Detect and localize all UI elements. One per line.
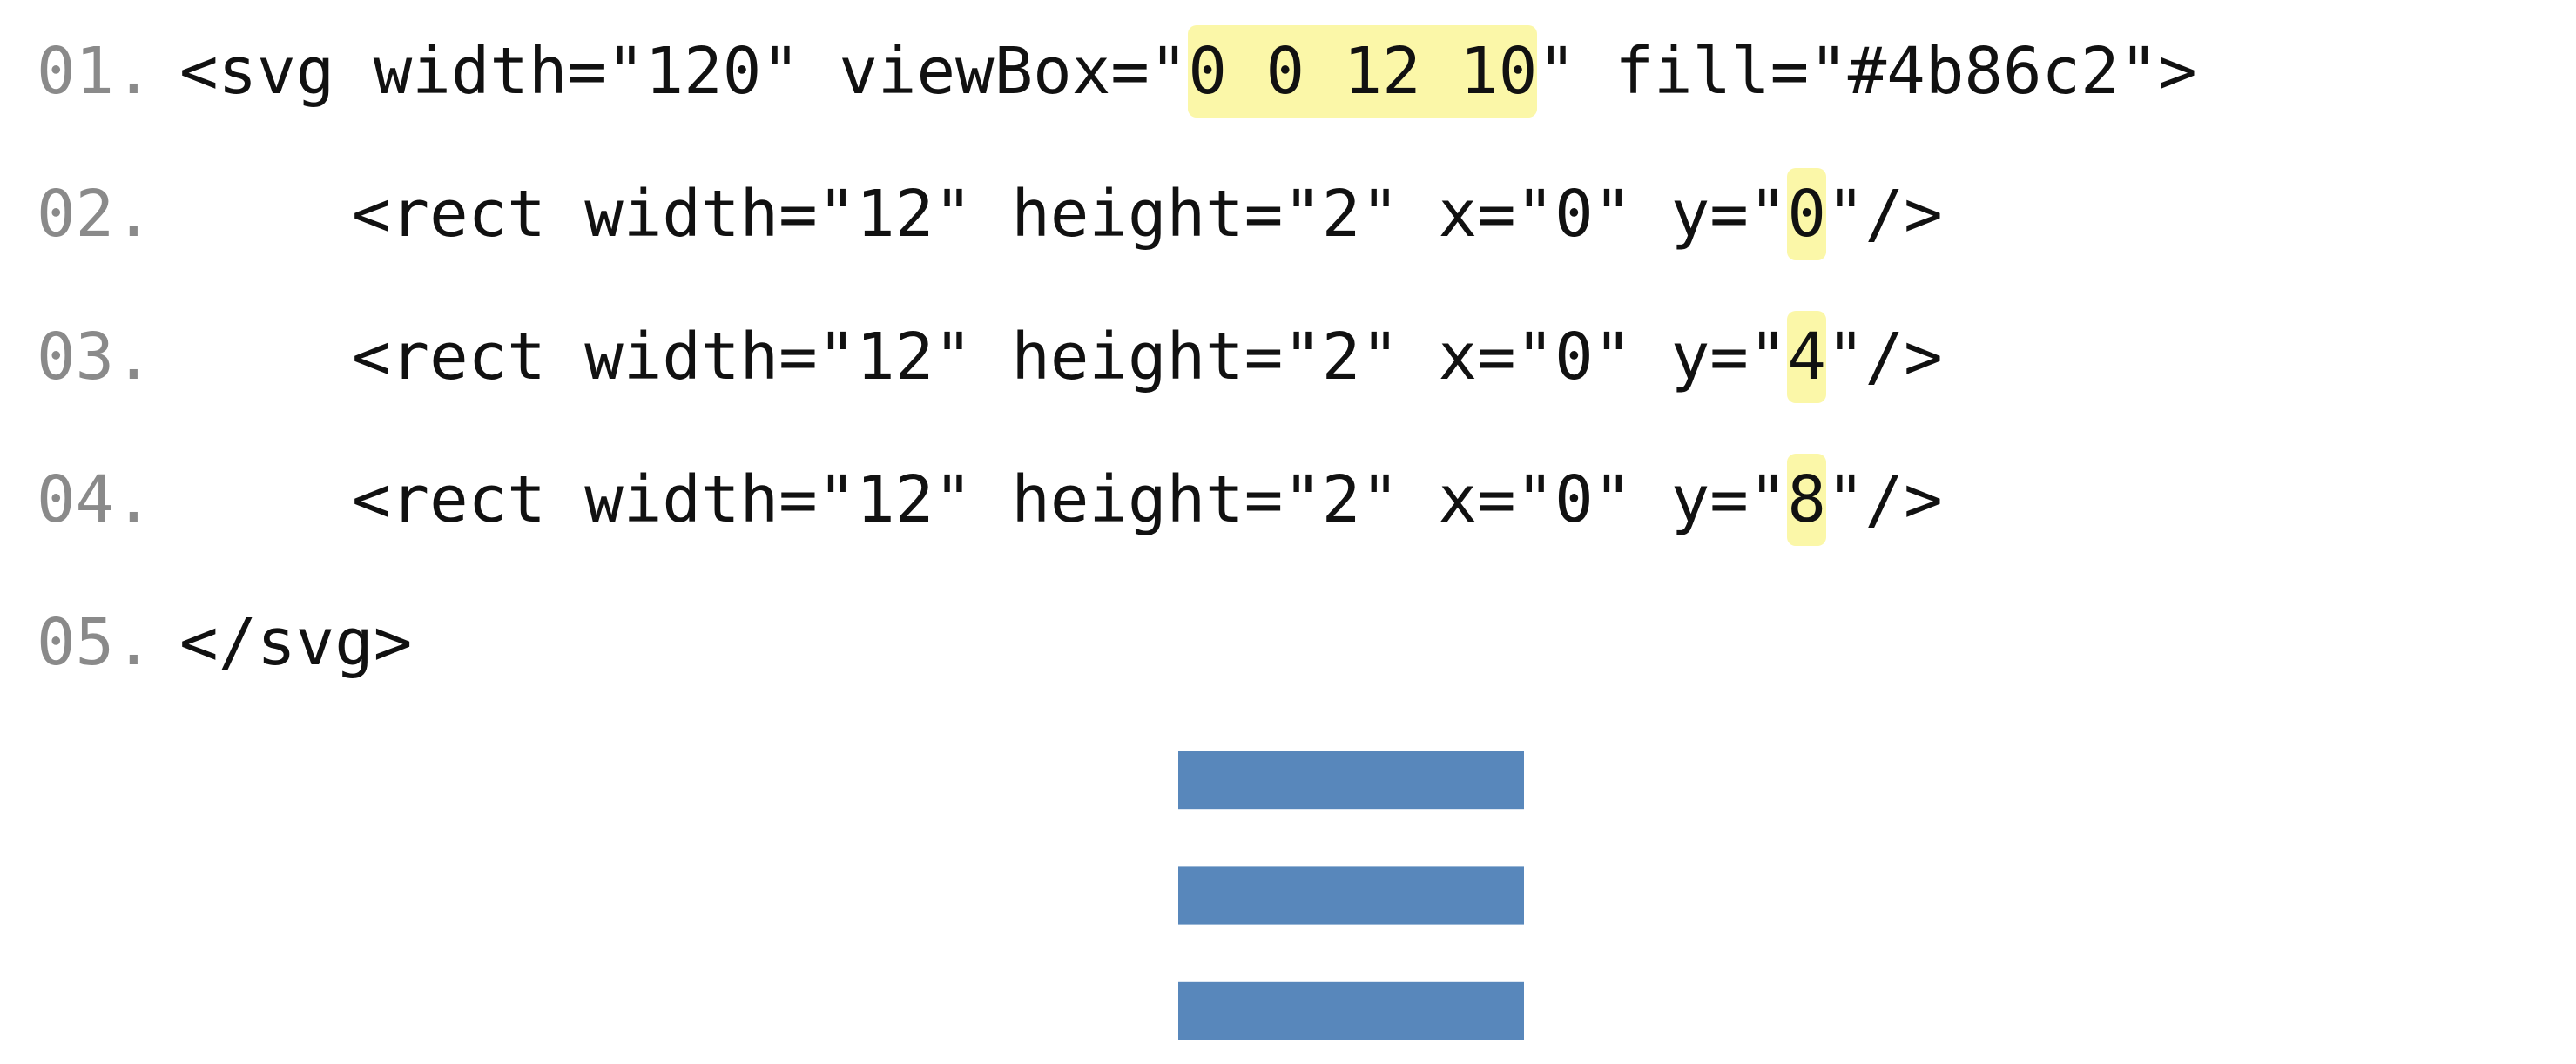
hamburger-bar-1 xyxy=(1178,751,1524,810)
svg-preview xyxy=(1178,751,1524,1040)
highlighted-value: 4 xyxy=(1787,311,1826,403)
hamburger-icon xyxy=(1178,751,1524,1040)
code-text-before-highlight: <rect width="12" height="2" x="0" y=" xyxy=(352,177,1788,252)
code-text-after-highlight: "/> xyxy=(1825,462,1943,537)
code-line-4: 04. <rect width="12" height="2" x="0" y=… xyxy=(37,428,2545,571)
code-text: <svg width="120" viewBox="0 0 12 10" fil… xyxy=(179,25,2197,118)
code-text-after-highlight: "/> xyxy=(1825,320,1943,394)
hamburger-bar-2 xyxy=(1178,866,1524,925)
hamburger-bar-3 xyxy=(1178,981,1524,1040)
code-listing: 01. <svg width="120" viewBox="0 0 12 10"… xyxy=(37,0,2545,714)
code-line-3: 03. <rect width="12" height="2" x="0" y=… xyxy=(37,286,2545,428)
code-text-before-highlight: <rect width="12" height="2" x="0" y=" xyxy=(352,462,1788,537)
highlighted-value: 8 xyxy=(1787,454,1826,546)
code-text-before-highlight: <svg width="120" viewBox=" xyxy=(179,34,1189,109)
code-text-before-highlight: <rect width="12" height="2" x="0" y=" xyxy=(352,320,1788,394)
code-text: <rect width="12" height="2" x="0" y="0"/… xyxy=(352,168,1943,260)
code-line-1: 01. <svg width="120" viewBox="0 0 12 10"… xyxy=(37,0,2545,143)
code-line-5: 05. </svg> xyxy=(37,571,2545,714)
code-line-2: 02. <rect width="12" height="2" x="0" y=… xyxy=(37,143,2545,286)
highlighted-value: 0 0 12 10 xyxy=(1188,25,1538,118)
line-number: 01. xyxy=(37,34,153,109)
code-text: <rect width="12" height="2" x="0" y="4"/… xyxy=(352,311,1943,403)
line-number: 05. xyxy=(37,605,153,680)
code-text-after-highlight: "/> xyxy=(1825,177,1943,252)
code-text-closing-tag: </svg> xyxy=(179,605,413,680)
code-text: <rect width="12" height="2" x="0" y="8"/… xyxy=(352,454,1943,546)
code-text-after-highlight: " fill="#4b86c2"> xyxy=(1537,34,2197,109)
line-number: 04. xyxy=(37,462,153,537)
line-number: 03. xyxy=(37,320,153,394)
highlighted-value: 0 xyxy=(1787,168,1826,260)
code-text: </svg> xyxy=(179,610,412,675)
line-number: 02. xyxy=(37,177,153,252)
